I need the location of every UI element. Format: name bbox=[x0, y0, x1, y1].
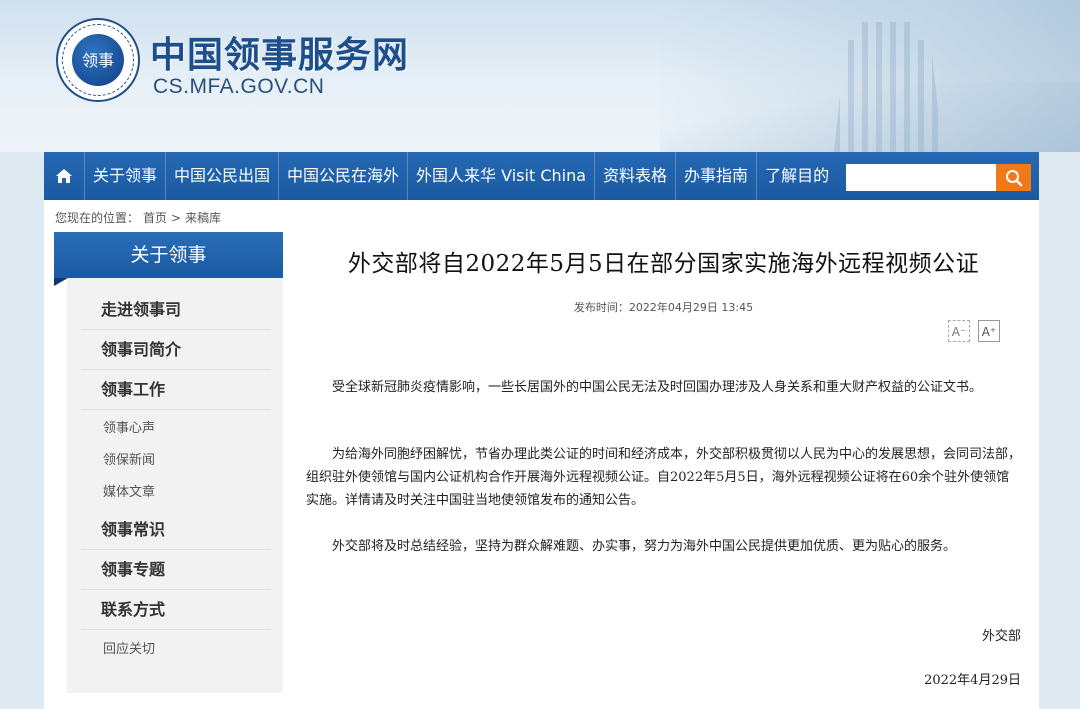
breadcrumb-current[interactable]: 来稿库 bbox=[185, 211, 221, 225]
nav-item-citizens-going-abroad[interactable]: 中国公民出国 bbox=[165, 152, 278, 200]
font-increase-button[interactable]: A⁺ bbox=[978, 320, 1000, 342]
home-icon[interactable] bbox=[44, 152, 84, 200]
sidebar-heading: 关于领事 bbox=[54, 232, 283, 286]
breadcrumb-home-link[interactable]: 首页 bbox=[143, 211, 167, 225]
sidebar-item-department-profile[interactable]: 领事司简介 bbox=[81, 330, 271, 370]
article-paragraph: 外交部将及时总结经验，坚持为群众解难题、办实事，努力为海外中国公民提供更加优质、… bbox=[332, 539, 957, 554]
breadcrumb: 您现在的位置： 首页 > 来稿库 bbox=[55, 209, 225, 226]
search-icon bbox=[1005, 169, 1022, 186]
breadcrumb-prefix: 您现在的位置： bbox=[55, 211, 140, 225]
sidebar-item-consular-work[interactable]: 领事工作 bbox=[81, 370, 271, 410]
article-date: 2022年4月29日 bbox=[924, 673, 1021, 688]
article-signature: 外交部 bbox=[981, 629, 1021, 644]
main-nav: 关于领事 中国公民出国 中国公民在海外 外国人来华 Visit China 资料… bbox=[44, 152, 1039, 200]
sidebar-item-consular-knowledge[interactable]: 领事常识 bbox=[81, 510, 271, 550]
home-icon-glyph bbox=[56, 169, 72, 183]
nav-item-about-consular[interactable]: 关于领事 bbox=[84, 152, 165, 200]
site-domain: CS.MFA.GOV.CN bbox=[153, 75, 325, 98]
sidebar-item-consular-topics[interactable]: 领事专题 bbox=[81, 550, 271, 590]
seal-char: 领事 bbox=[81, 51, 114, 70]
nav-item-guide[interactable]: 办事指南 bbox=[675, 152, 756, 200]
nav-item-visit-china[interactable]: 外国人来华 Visit China bbox=[407, 152, 594, 200]
site-title[interactable]: 中国领事服务网 bbox=[150, 26, 409, 78]
page-content: 您现在的位置： 首页 > 来稿库 关于领事 走进领事司 领事司简介 领事工作 领事心声… bbox=[44, 200, 1039, 709]
sidebar-menu: 走进领事司 领事司简介 领事工作 领事心声 领保新闻 媒体文章 领事常识 领事专… bbox=[67, 278, 283, 693]
sidebar-subitem-media-articles[interactable]: 媒体文章 bbox=[81, 477, 271, 509]
nav-item-forms[interactable]: 资料表格 bbox=[594, 152, 675, 200]
article-publish-time: 发布时间：2022年04月29日 13:45 bbox=[573, 301, 754, 314]
sidebar-item-intro-department[interactable]: 走进领事司 bbox=[81, 290, 271, 330]
breadcrumb-separator: > bbox=[171, 211, 182, 225]
article-title: 外交部将自2022年5月5日在部分国家实施海外远程视频公证 bbox=[347, 251, 980, 277]
font-decrease-button[interactable]: A⁻ bbox=[948, 320, 970, 342]
sidebar-subitem-protection-news[interactable]: 领保新闻 bbox=[81, 445, 271, 477]
consular-seal-logo[interactable]: 领事 bbox=[56, 18, 140, 102]
article-paragraph: 为给海外同胞纾困解忧，节省办理此类公证的时间和经济成本，外交部积极贯彻以人民为中… bbox=[306, 447, 1022, 508]
sidebar-subitem-response-concerns[interactable]: 回应关切 bbox=[81, 634, 271, 666]
nav-item-citizens-overseas[interactable]: 中国公民在海外 bbox=[278, 152, 407, 200]
sidebar-subitem-consular-voices[interactable]: 领事心声 bbox=[81, 413, 271, 445]
nav-item-destination[interactable]: 了解目的 bbox=[756, 152, 837, 200]
site-header: 领事 中国领事服务网 CS.MFA.GOV.CN bbox=[0, 0, 1080, 152]
search-button[interactable] bbox=[996, 164, 1031, 191]
article-paragraph: 受全球新冠肺炎疫情影响，一些长居国外的中国公民无法及时回国办理涉及人身关系和重大… bbox=[332, 380, 983, 395]
great-wall-banner-image bbox=[660, 0, 1080, 152]
sidebar-item-contact[interactable]: 联系方式 bbox=[81, 590, 271, 630]
search-input[interactable] bbox=[846, 164, 996, 191]
seal-center: 领事 bbox=[72, 34, 124, 86]
